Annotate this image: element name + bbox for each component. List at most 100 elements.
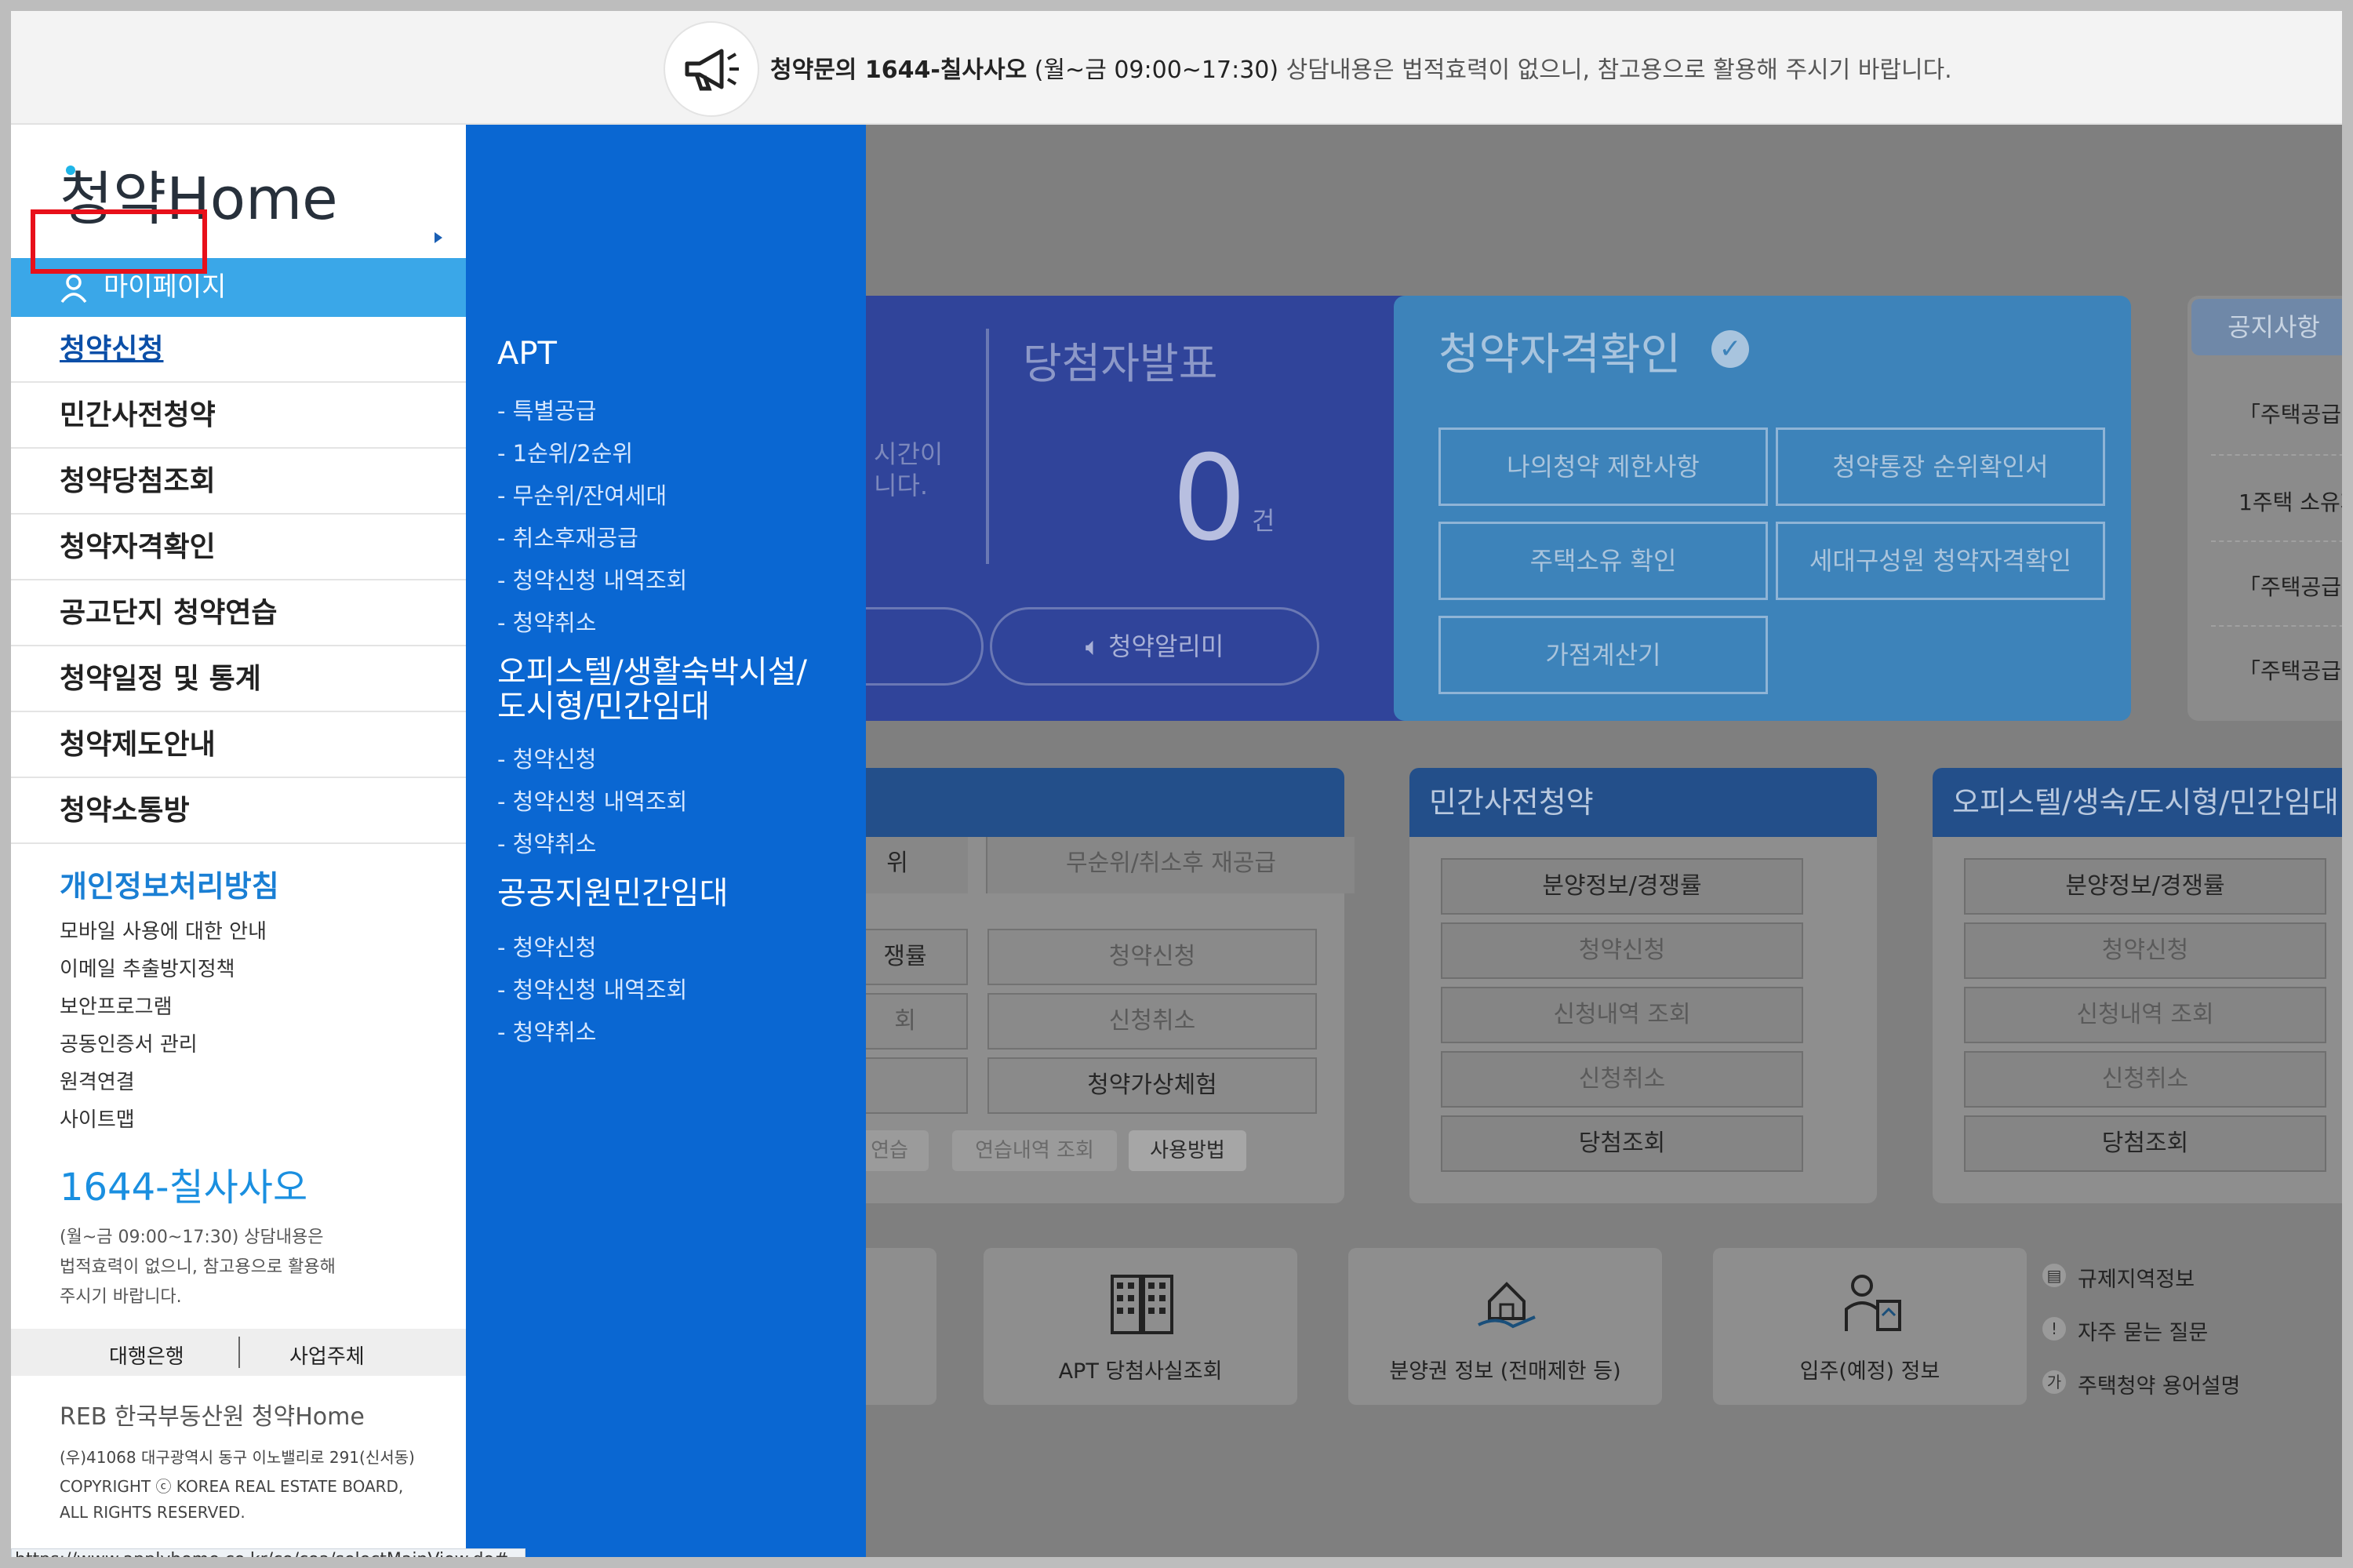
pre-apply-button[interactable]: 청약신청 — [1441, 922, 1803, 979]
menu-winner-lookup[interactable]: 청약당첨조회 — [11, 449, 466, 515]
faq-link[interactable]: 자주 묻는 질문 — [2078, 1315, 2208, 1346]
phone-note-3: 주시기 바랍니다. — [60, 1287, 182, 1307]
mobile-guide-link[interactable]: 모바일 사용에 대한 안내 — [60, 915, 267, 944]
subscription-alarm-button[interactable]: 🔈︎ 청약알리미 — [990, 607, 1319, 686]
house-ownership-button[interactable]: 주택소유 확인 — [1438, 522, 1768, 600]
practice-history-pill[interactable]: 연습내역 조회 — [952, 1130, 1117, 1171]
phone-number: 1644-칠사사오 — [60, 1166, 308, 1210]
highlight-box — [31, 209, 207, 274]
pre-history-button[interactable]: 신청내역 조회 — [1441, 987, 1803, 1043]
apt-cancel-button[interactable]: 신청취소 — [987, 993, 1317, 1050]
notice-item[interactable]: 「주택공급에 — [2238, 570, 2342, 602]
submenu-item[interactable]: - 1순위/2순위 — [497, 435, 633, 468]
glossary-link[interactable]: 주택청약 용어설명 — [2078, 1369, 2240, 1399]
submenu-item[interactable]: - 청약취소 — [497, 826, 596, 859]
officetel-panel: 오피스텔/생숙/도시형/민간임대 분양정보/경쟁률 청약신청 신청내역 조회 신… — [1933, 768, 2342, 1203]
off-winner-button[interactable]: 당첨조회 — [1964, 1115, 2326, 1172]
notice-divider — [2211, 625, 2342, 627]
rank-certificate-button[interactable]: 청약통장 순위확인서 — [1776, 427, 2105, 506]
pre-winner-button[interactable]: 당첨조회 — [1441, 1115, 1803, 1172]
winner-side-text-2: 니다. — [874, 471, 929, 500]
restriction-button[interactable]: 나의청약 제한사항 — [1438, 427, 1768, 506]
submenu-item[interactable]: - 취소후재공급 — [497, 520, 638, 553]
notice-label: 청약문의 1644-칠사사오 — [770, 56, 1027, 84]
notice-item[interactable]: 1주택 소유자 — [2238, 486, 2342, 517]
menu-practice[interactable]: 공고단지 청약연습 — [11, 580, 466, 646]
eligibility-title: 청약자격확인 — [1438, 329, 1682, 380]
off-competition-button[interactable]: 분양정보/경쟁률 — [1964, 858, 2326, 915]
submenu-officetel-title[interactable]: 오피스텔/생활숙박시설/ — [497, 655, 807, 689]
menu-subscription-apply[interactable]: 청약신청 — [11, 317, 466, 383]
apt-winner-check-label: APT 당첨사실조회 — [1058, 1359, 1223, 1384]
presale-right-label: 분양권 정보 (전매제한 등) — [1389, 1359, 1621, 1384]
household-eligibility-button[interactable]: 세대구성원 청약자격확인 — [1776, 522, 2105, 600]
pre-cancel-button[interactable]: 신청취소 — [1441, 1051, 1803, 1108]
menu-label: 청약신청 — [60, 333, 164, 366]
menu-system-guide[interactable]: 청약제도안내 — [11, 712, 466, 778]
menu-schedule-stats[interactable]: 청약일정 및 통계 — [11, 646, 466, 712]
presale-right-card[interactable]: 분양권 정보 (전매제한 등) — [1348, 1248, 1662, 1405]
off-apply-button[interactable]: 청약신청 — [1964, 922, 2326, 979]
move-in-label: 입주(예정) 정보 — [1799, 1359, 1940, 1384]
off-history-button[interactable]: 신청내역 조회 — [1964, 987, 2326, 1043]
notice-divider — [2211, 454, 2342, 456]
menu-private-pre[interactable]: 민간사전청약 — [11, 383, 466, 449]
megaphone-icon — [664, 21, 759, 117]
security-program-link[interactable]: 보안프로그램 — [60, 991, 173, 1020]
email-policy-link[interactable]: 이메일 추출방지정책 — [60, 953, 235, 982]
how-to-pill[interactable]: 사용방법 — [1129, 1130, 1246, 1171]
submenu-item[interactable]: - 청약신청 내역조회 — [497, 784, 687, 817]
submenu-public-title[interactable]: 공공지원민간임대 — [497, 876, 728, 911]
footer-rights: ALL RIGHTS RESERVED. — [60, 1503, 245, 1522]
privacy-policy-link[interactable]: 개인정보처리방침 — [60, 862, 279, 905]
user-icon — [60, 275, 87, 304]
off-cancel-button[interactable]: 신청취소 — [1964, 1051, 2326, 1108]
submenu-item[interactable]: - 특별공급 — [497, 393, 596, 426]
submenu-item[interactable]: - 청약신청 내역조회 — [497, 972, 687, 1005]
menu-communication[interactable]: 청약소통방 — [11, 778, 466, 844]
apt-virtual-button[interactable]: 청약가상체험 — [987, 1057, 1317, 1114]
faq-icon: ! — [2042, 1317, 2066, 1341]
menu-eligibility[interactable]: 청약자격확인 — [11, 515, 466, 580]
winner-unit: 건 — [1252, 506, 1275, 536]
submenu-item[interactable]: - 무순위/잔여세대 — [497, 478, 667, 511]
winner-title: 당첨자발표 — [1023, 339, 1218, 388]
reb-logo: REB 한국부동산원 청약Home — [60, 1399, 413, 1432]
submenu-item[interactable]: - 청약신청 — [497, 930, 596, 962]
regulation-icon: ▤ — [2042, 1264, 2066, 1287]
move-in-card[interactable]: 입주(예정) 정보 — [1713, 1248, 2027, 1405]
notice-tab[interactable]: 공지사항 — [2191, 299, 2342, 355]
pre-competition-button[interactable]: 분양정보/경쟁률 — [1441, 858, 1803, 915]
tab-divider — [238, 1337, 240, 1368]
submenu-item[interactable]: - 청약취소 — [497, 1014, 596, 1047]
alarm-label: 청약알리미 — [1108, 631, 1224, 661]
check-icon: ✓ — [1711, 330, 1749, 368]
notice-item[interactable]: 「주택공급에 — [2238, 654, 2342, 686]
submenu-item[interactable]: - 청약취소 — [497, 605, 596, 638]
submenu-item[interactable]: - 청약신청 — [497, 741, 596, 774]
submenu-apt-title[interactable]: APT — [497, 337, 557, 371]
side-menu-panel: 청약Home 마이페이지 청약신청 민간사전청약 청약당첨조회 청약자격확인 공… — [11, 125, 466, 1557]
sitemap-link[interactable]: 사이트맵 — [60, 1104, 135, 1133]
phone-note-1: (월~금 09:00~17:30) 상담내용은 — [60, 1228, 324, 1247]
speaker-icon: 🔈︎ — [1085, 631, 1109, 661]
footer-address: (우)41068 대구광역시 동구 이노밸리로 291(신서동) — [60, 1448, 415, 1467]
notice-item[interactable]: 「주택공급에 — [2238, 398, 2342, 429]
apt-apply-button[interactable]: 청약신청 — [987, 929, 1317, 985]
dimmed-main-page: 시간이 니다. 당첨자발표 0 건 더 🔈︎ 청약알리미 청약자격확인 ✓ 나의… — [764, 125, 2342, 1557]
apt-tab-norank[interactable]: 무순위/취소후 재공급 — [986, 837, 1355, 893]
submenu-officetel-title-2[interactable]: 도시형/민간임대 — [497, 689, 710, 724]
agency-bank-tab[interactable]: 대행은행 — [109, 1341, 184, 1370]
submenu-item[interactable]: - 청약신청 내역조회 — [497, 562, 687, 595]
apt-winner-check-card[interactable]: APT 당첨사실조회 — [984, 1248, 1297, 1405]
caret-right-icon — [435, 232, 442, 243]
winner-count: 0 — [1172, 431, 1247, 567]
regulation-link[interactable]: 규제지역정보 — [2078, 1262, 2195, 1293]
house-hand-icon — [1478, 1282, 1536, 1329]
certificate-link[interactable]: 공동인증서 관리 — [60, 1028, 198, 1057]
glossary-icon: 가 — [2042, 1370, 2066, 1394]
business-owner-tab[interactable]: 사업주체 — [289, 1341, 365, 1370]
remote-link[interactable]: 원격연결 — [60, 1066, 135, 1095]
officetel-title: 오피스텔/생숙/도시형/민간임대 — [1933, 768, 2342, 837]
score-calculator-button[interactable]: 가점계산기 — [1438, 616, 1768, 694]
